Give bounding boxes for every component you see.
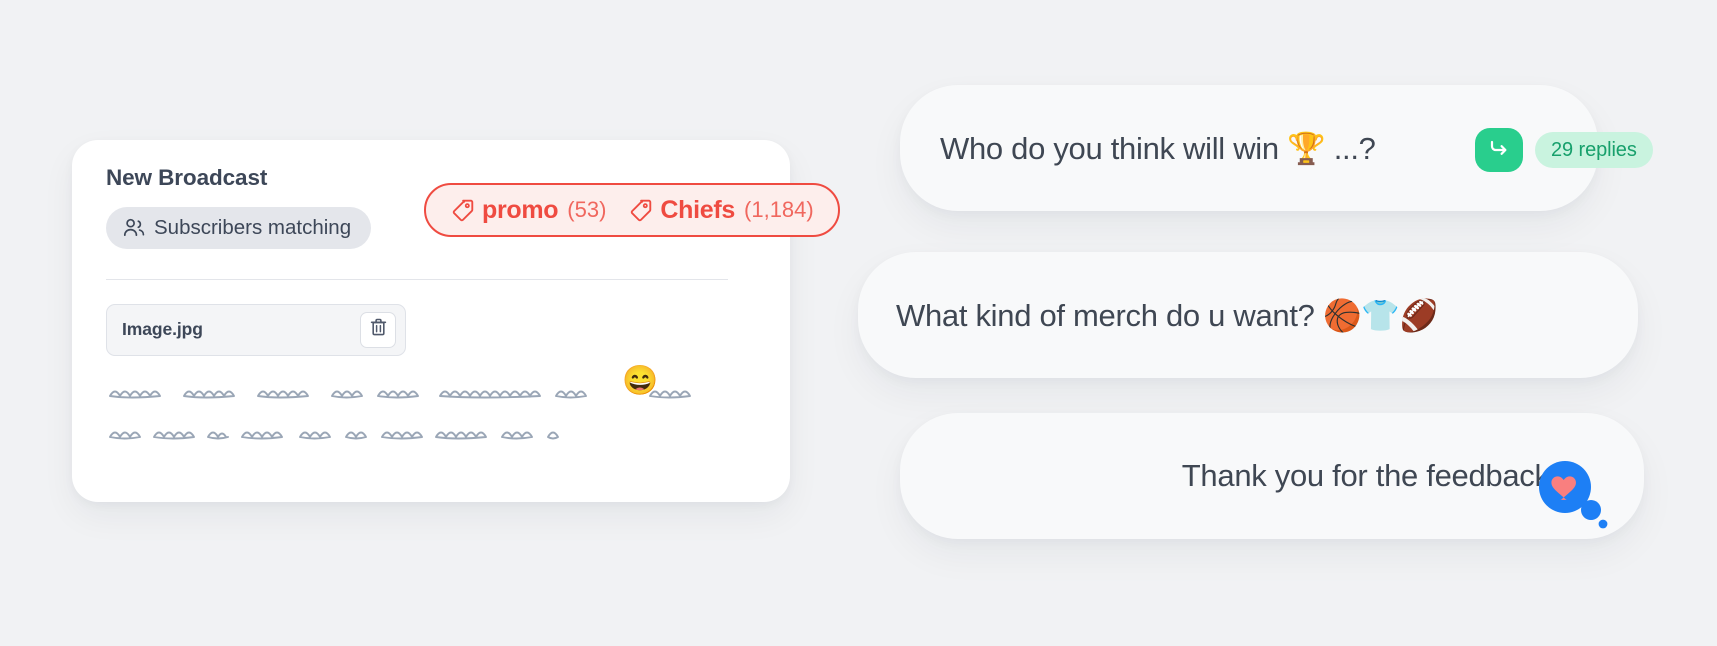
emoji-grinning-face: 😄 bbox=[622, 364, 659, 397]
delete-attachment-button[interactable] bbox=[360, 311, 396, 348]
attachment-filename: Image.jpg bbox=[122, 319, 203, 340]
tag-name: Chiefs bbox=[660, 195, 736, 224]
tag-chip[interactable]: Chiefs (1,184) bbox=[628, 195, 814, 225]
reply-arrow-icon bbox=[1487, 137, 1511, 164]
tag-icon bbox=[628, 198, 653, 223]
matching-tags-pill[interactable]: promo (53) Chiefs (1,184) bbox=[424, 183, 840, 237]
people-icon bbox=[123, 218, 145, 237]
scribble-line bbox=[106, 378, 760, 409]
tag-count: (53) bbox=[567, 197, 607, 222]
replies-count-label: 29 replies bbox=[1551, 138, 1637, 161]
tag-chip[interactable]: promo (53) bbox=[450, 196, 606, 225]
message-bubble[interactable]: Thank you for the feedback! bbox=[900, 413, 1644, 539]
attachment-row: Image.jpg bbox=[106, 303, 406, 356]
message-bubble[interactable]: What kind of merch do u want? 🏀👕🏈 bbox=[858, 252, 1638, 378]
trash-icon bbox=[369, 317, 388, 342]
scribble-line bbox=[106, 419, 760, 450]
composer-divider bbox=[106, 278, 728, 280]
heart-reaction-badge[interactable] bbox=[1534, 456, 1610, 532]
subscribers-matching-chip[interactable]: Subscribers matching bbox=[106, 206, 372, 249]
message-text: What kind of merch do u want? 🏀👕🏈 bbox=[896, 297, 1438, 333]
message-text: Thank you for the feedback! bbox=[1181, 458, 1559, 493]
reply-group: 29 replies bbox=[1475, 128, 1653, 172]
tag-name: promo bbox=[482, 195, 559, 224]
message-text: Who do you think will win 🏆 ...? bbox=[940, 130, 1376, 166]
tag-icon bbox=[450, 198, 475, 223]
heart-reaction-bubble-icon bbox=[1534, 461, 1610, 536]
message-body-placeholder[interactable]: 😄 bbox=[106, 366, 760, 450]
subscribers-matching-label: Subscribers matching bbox=[154, 215, 352, 239]
reply-button[interactable] bbox=[1475, 128, 1523, 172]
tag-count: (1,184) bbox=[744, 197, 814, 222]
replies-count-badge[interactable]: 29 replies bbox=[1535, 132, 1653, 168]
